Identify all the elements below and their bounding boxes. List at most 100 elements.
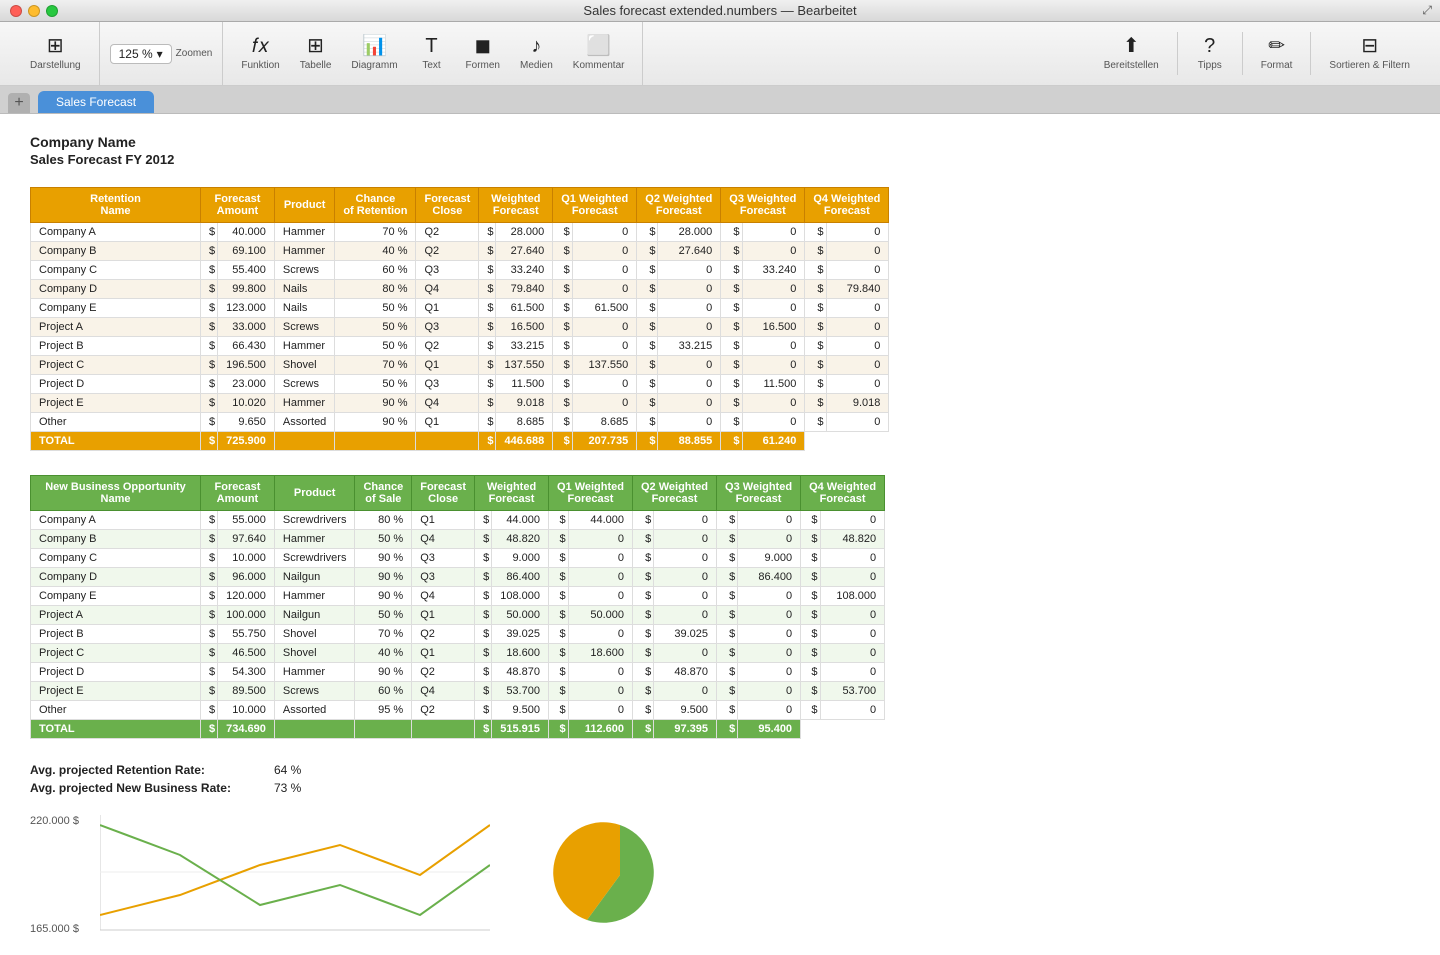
medien-button[interactable]: ♪ Medien [512,32,561,75]
cell-dollar: $ [479,413,496,432]
cell-value: 9.018 [496,394,553,413]
cell-product: Shovel [274,625,355,644]
cell-value: 0 [742,299,805,318]
cell-dollar: $ [479,299,496,318]
tabelle-button[interactable]: ⊞ Tabelle [292,32,340,75]
cell-value: 0 [658,299,721,318]
cell-dollar: $ [553,375,572,394]
format-button[interactable]: ✏ Format [1253,32,1301,75]
cell-dollar: $ [637,356,658,375]
expand-icon[interactable]: ⤢ [1422,3,1432,18]
cell-close: Q4 [416,280,479,299]
cell-dollar: $ [801,568,820,587]
total-empty [412,720,475,739]
cell-dollar: $ [805,413,826,432]
cell-amount: 10.020 [218,394,275,413]
cell-dollar: $ [717,568,738,587]
cell-chance: 70 % [355,625,412,644]
cell-close: Q4 [412,587,475,606]
cell-dollar: $ [637,413,658,432]
col-product: Product [274,188,334,223]
cell-dollar: $ [475,568,492,587]
cell-value: 0 [572,337,637,356]
funktion-button[interactable]: 𝑓𝑥 Funktion [233,32,287,75]
cell-amount: 46.500 [218,644,275,663]
cell-close: Q1 [416,356,479,375]
cell-dollar: $ [721,318,742,337]
cell-name: Project C [31,644,201,663]
tabelle-icon: ⊞ [307,36,324,56]
cell-close: Q3 [412,549,475,568]
cell-dollar: $ [721,299,742,318]
cell-dollar: $ [633,682,654,701]
cell-dollar: $ [548,530,568,549]
total-row: TOTAL$725.900$446.688$207.735$88.855$61.… [31,432,889,451]
cell-value: 0 [568,701,632,720]
cell-value: 0 [820,606,885,625]
cell-dollar: $ [553,356,572,375]
cell-value: 0 [572,394,637,413]
formen-button[interactable]: ◼ Formen [458,32,508,75]
maximize-button[interactable] [46,5,58,17]
cell-dollar: $ [633,625,654,644]
col-q3-weighted: Q3 WeightedForecast [721,188,805,223]
cell-dollar: $ [721,394,742,413]
table-row: Company D$99.800Nails80 %Q4$79.840$0$0$0… [31,280,889,299]
cell-dollar: $ [475,549,492,568]
close-button[interactable] [10,5,22,17]
cell-close: Q3 [416,318,479,337]
cell-product: Screws [274,318,334,337]
cell-value: 0 [654,587,717,606]
darstellung-button[interactable]: ⊞ Darstellung [22,32,89,75]
cell-dollar: $ [633,568,654,587]
cell-dollar: $ [548,511,568,530]
cell-name: Company D [31,280,201,299]
cell-value: 0 [658,280,721,299]
cell-chance: 50 % [335,318,416,337]
cell-value: 11.500 [742,375,805,394]
zoom-chevron: ▾ [157,47,163,61]
text-button[interactable]: T Text [410,32,454,75]
cell-dollar: $ [805,223,826,242]
cell-dollar: $ [201,511,218,530]
sales-forecast-tab[interactable]: Sales Forecast [38,91,154,113]
cell-amount: 100.000 [218,606,275,625]
cell-value: 9.000 [492,549,549,568]
cell-dollar: $ [201,625,218,644]
cell-dollar: $ [721,375,742,394]
kommentar-button[interactable]: ⬜ Kommentar [565,32,633,75]
cell-chance: 90 % [355,587,412,606]
bereitstellen-button[interactable]: ⬆ Bereitstellen [1096,32,1167,75]
table-row: Company A$40.000Hammer70 %Q2$28.000$0$28… [31,223,889,242]
cell-dollar: $ [201,394,218,413]
nb-col-chance-sale: Chanceof Sale [355,476,412,511]
cell-dollar: $ [637,318,658,337]
cell-amount: 123.000 [218,299,275,318]
minimize-button[interactable] [28,5,40,17]
diagramm-button[interactable]: 📊 Diagramm [343,32,405,75]
nb-col-forecast-amount: ForecastAmount [201,476,275,511]
window-controls [10,5,58,17]
sortieren-button[interactable]: ⊟ Sortieren & Filtern [1321,32,1418,75]
tipps-button[interactable]: ? Tipps [1188,32,1232,75]
total-dollar: $ [475,720,492,739]
total-dollar: $ [553,432,572,451]
cell-chance: 50 % [355,606,412,625]
cell-dollar: $ [475,511,492,530]
cell-name: Company D [31,568,201,587]
cell-product: Hammer [274,394,334,413]
total-empty [274,432,334,451]
total-value: 88.855 [658,432,721,451]
cell-product: Hammer [274,530,355,549]
cell-dollar: $ [548,606,568,625]
cell-dollar: $ [479,223,496,242]
total-amount: 725.900 [218,432,275,451]
cell-chance: 90 % [335,413,416,432]
table-row: Project D$23.000Screws50 %Q3$11.500$0$0$… [31,375,889,394]
cell-value: 8.685 [496,413,553,432]
zoom-box[interactable]: 125 % ▾ [110,44,172,64]
cell-value: 0 [742,280,805,299]
add-tab-button[interactable]: + [8,93,30,113]
cell-name: Other [31,413,201,432]
cell-dollar: $ [721,242,742,261]
